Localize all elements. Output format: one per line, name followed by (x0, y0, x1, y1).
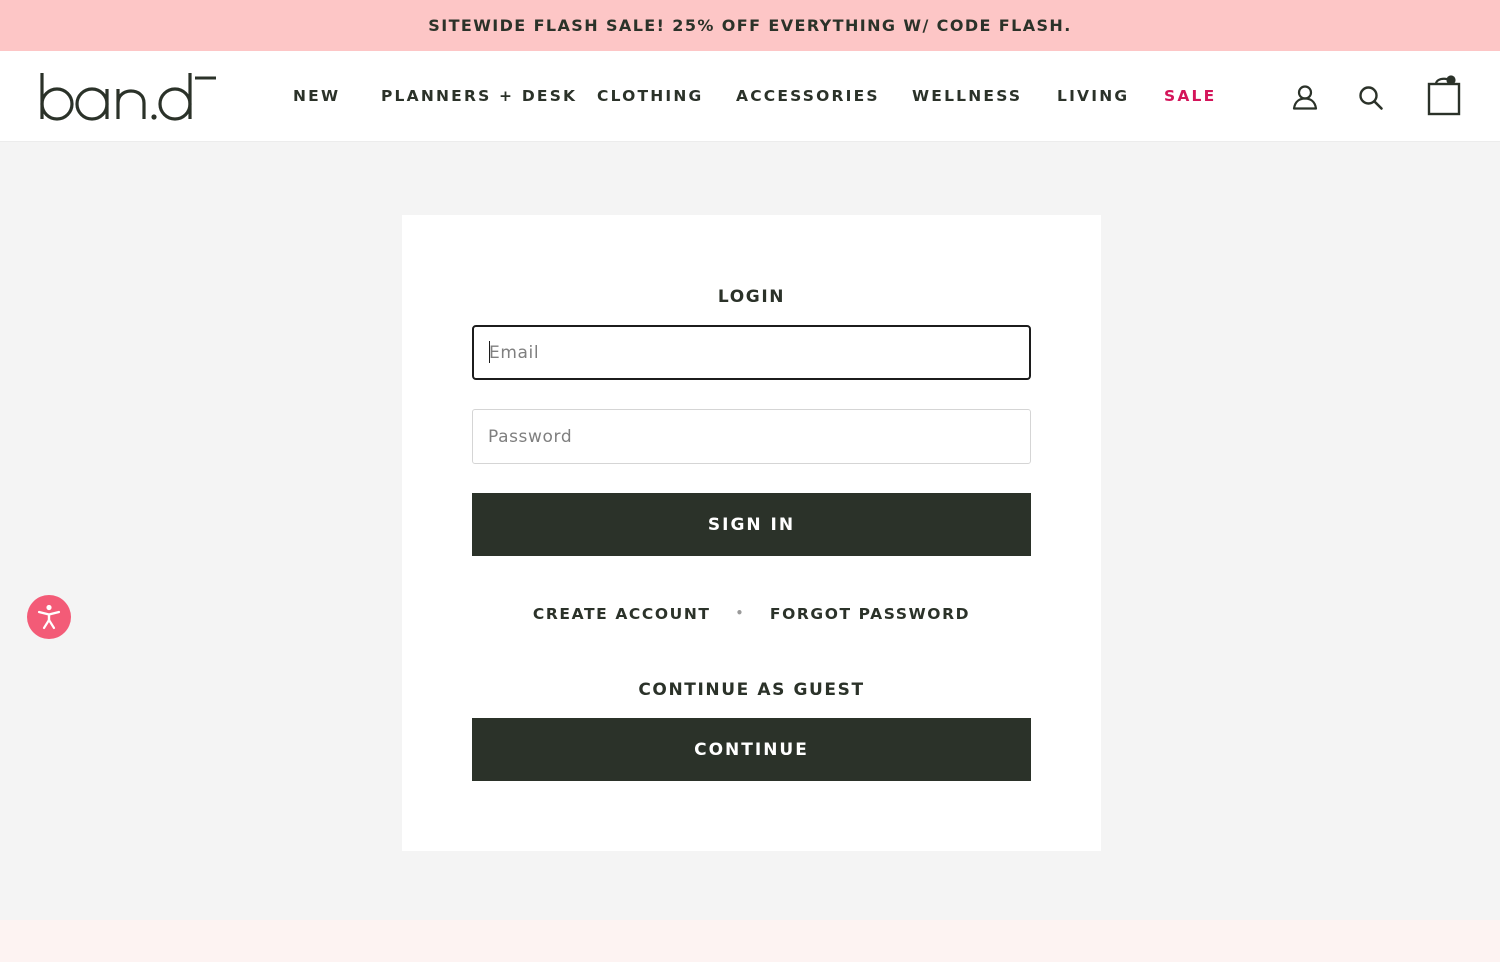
text-caret (489, 341, 490, 363)
nav-item-accessories[interactable]: ACCESSORIES (736, 87, 880, 105)
continue-button[interactable]: CONTINUE (472, 718, 1031, 781)
separator-dot: • (735, 606, 745, 620)
accessibility-button[interactable] (27, 595, 71, 639)
cart-icon[interactable] (1425, 73, 1465, 117)
footer-strip (0, 920, 1500, 962)
main-nav: NEW PLANNERS + DESK CLOTHING ACCESSORIES… (0, 51, 1500, 142)
announcement-bar: SITEWIDE FLASH SALE! 25% OFF EVERYTHING … (0, 0, 1500, 51)
forgot-password-link[interactable]: FORGOT PASSWORD (770, 605, 970, 623)
password-field[interactable] (472, 409, 1031, 464)
accessibility-icon (37, 604, 61, 630)
account-links: CREATE ACCOUNT • FORGOT PASSWORD (402, 605, 1101, 623)
create-account-link[interactable]: CREATE ACCOUNT (533, 605, 711, 623)
nav-item-new[interactable]: NEW (293, 87, 340, 105)
nav-item-clothing[interactable]: CLOTHING (597, 87, 703, 105)
login-card: LOGIN SIGN IN CREATE ACCOUNT • FORGOT PA… (402, 215, 1101, 851)
nav-item-wellness[interactable]: WELLNESS (912, 87, 1022, 105)
site-header: NEW PLANNERS + DESK CLOTHING ACCESSORIES… (0, 51, 1500, 142)
search-icon[interactable] (1358, 85, 1384, 111)
login-title: LOGIN (717, 287, 786, 307)
guest-title: CONTINUE AS GUEST (638, 680, 865, 700)
email-field[interactable] (472, 325, 1031, 380)
announcement-text: SITEWIDE FLASH SALE! 25% OFF EVERYTHING … (428, 16, 1072, 35)
nav-item-living[interactable]: LIVING (1057, 87, 1129, 105)
nav-item-planners-desk[interactable]: PLANNERS + DESK (381, 87, 577, 105)
account-icon[interactable] (1292, 84, 1318, 110)
sign-in-button[interactable]: SIGN IN (472, 493, 1031, 556)
nav-item-sale[interactable]: SALE (1164, 87, 1216, 105)
